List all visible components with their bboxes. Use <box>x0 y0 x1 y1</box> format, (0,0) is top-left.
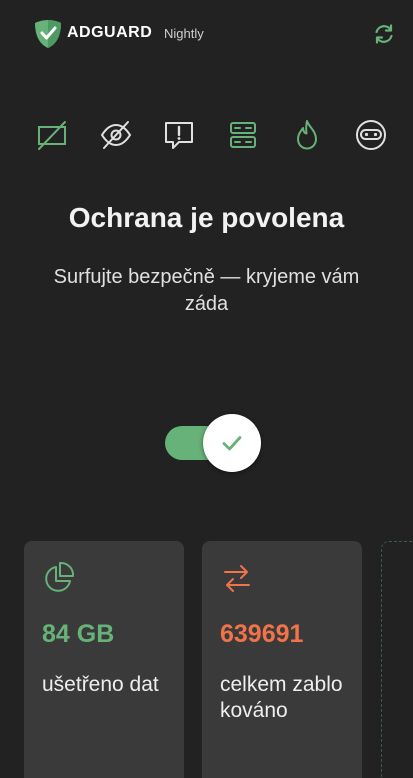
data-saved-card[interactable]: 84 GB ušetřeno dat <box>24 541 184 778</box>
dns-protection-button[interactable] <box>223 115 263 155</box>
transfer-arrows-icon <box>224 565 250 592</box>
next-card-peek[interactable] <box>381 541 413 778</box>
brand-name: ADGUARD <box>67 24 153 41</box>
total-blocked-label: celkem zablokováno <box>220 673 343 722</box>
robot-button[interactable] <box>351 115 391 155</box>
toggle-knob <box>203 414 261 472</box>
checkmark-icon <box>222 436 242 451</box>
firewall-icon <box>297 120 317 150</box>
data-saved-label: ušetřeno dat <box>42 673 159 696</box>
pie-chart-icon <box>45 561 75 592</box>
total-blocked-value: 639691 <box>220 620 304 648</box>
annoyance-icon <box>165 122 193 149</box>
robot-icon <box>356 120 386 150</box>
feature-icons-row <box>0 115 413 155</box>
refresh-button[interactable] <box>369 19 399 49</box>
protection-toggle[interactable] <box>165 414 261 472</box>
app-screen: ADGUARD Nightly Ochrana je povolena Surf… <box>0 0 413 778</box>
header: ADGUARD Nightly <box>0 0 413 68</box>
protection-status-title: Ochrana je povolena <box>68 202 345 233</box>
ad-blocking-button[interactable] <box>32 115 72 155</box>
dns-server-icon <box>230 122 256 148</box>
data-saved-value: 84 GB <box>42 620 115 648</box>
firewall-button[interactable] <box>287 115 327 155</box>
brand-tag: Nightly <box>164 26 204 41</box>
total-blocked-card[interactable]: 639691 celkem zablokováno <box>202 541 362 778</box>
ad-blocking-icon <box>38 121 66 150</box>
tracking-protection-icon <box>100 121 132 149</box>
refresh-icon <box>375 24 393 44</box>
adguard-shield-icon <box>35 20 61 48</box>
annoyance-blocking-button[interactable] <box>159 115 199 155</box>
tracking-protection-button[interactable] <box>96 115 136 155</box>
protection-status-subtitle: Surfujte bezpečně — kryjeme vám záda <box>53 266 360 315</box>
